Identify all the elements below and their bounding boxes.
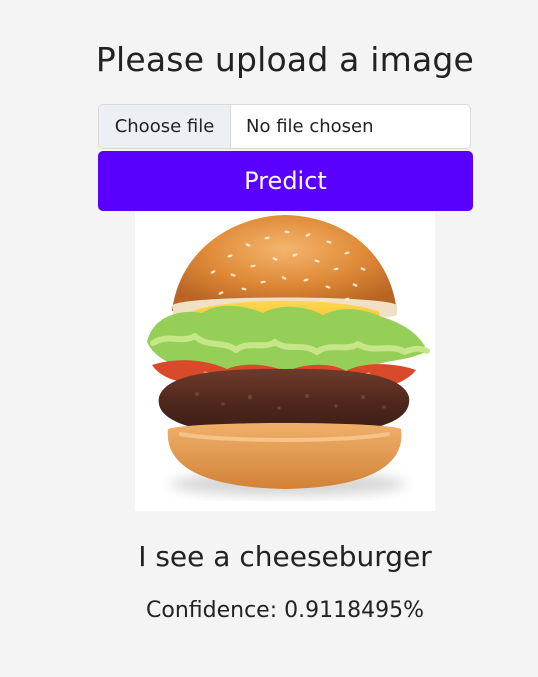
choose-file-button[interactable]: Choose file bbox=[99, 105, 231, 148]
file-status-text: No file chosen bbox=[246, 116, 374, 137]
file-input[interactable]: Choose file No file chosen bbox=[98, 104, 471, 149]
uploaded-image-preview bbox=[135, 211, 435, 511]
burger-image bbox=[147, 215, 430, 496]
predict-button[interactable]: Predict bbox=[98, 151, 473, 211]
prediction-confidence: Confidence: 0.9118495% bbox=[146, 598, 424, 623]
page-title: Please upload a image bbox=[95, 40, 475, 79]
prediction-result: I see a cheeseburger bbox=[138, 540, 432, 573]
